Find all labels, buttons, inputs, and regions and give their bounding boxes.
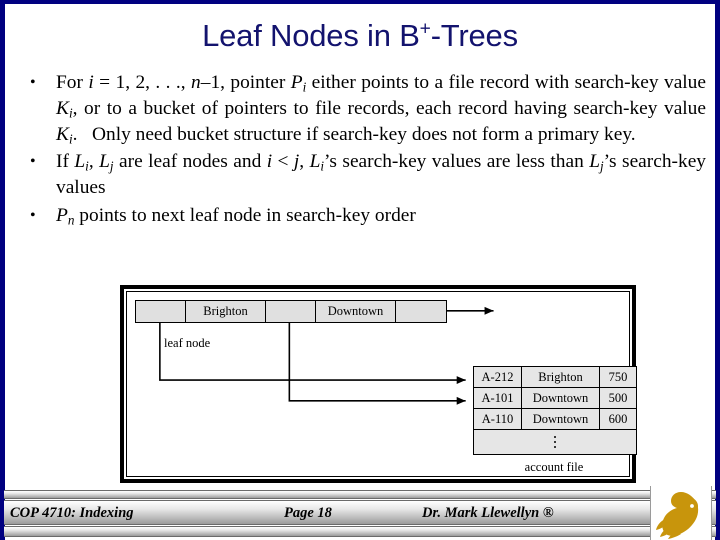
- bullet-text-segment: If: [56, 151, 75, 173]
- table-row: A-101 Downtown 500: [474, 388, 636, 409]
- table-cell: 600: [608, 411, 628, 426]
- bullet-list: • For i = 1, 2, . . ., n–1, pointer Pi ei…: [12, 70, 706, 231]
- table-row: A-212 Brighton 750: [474, 367, 636, 388]
- bullet-text-segment: . Only need bucket structure if search-k…: [72, 123, 636, 145]
- leaf-node-key-cell: Downtown: [316, 301, 396, 322]
- bullet-text-segment: L: [309, 151, 321, 173]
- bullet-item: • Pn points to next leaf node in search-k…: [12, 203, 706, 229]
- pegasus-icon: [656, 492, 699, 539]
- account-file-caption: account file: [524, 460, 584, 474]
- bullet-marker: •: [30, 206, 36, 224]
- table-continuation-row: [474, 430, 636, 454]
- slide-right-border: [715, 0, 720, 540]
- slide: Leaf Nodes in B+-Trees • For i = 1, 2, . …: [0, 0, 720, 540]
- slide-left-border: [0, 0, 5, 540]
- leaf-node-pointer-cell: [396, 301, 446, 322]
- table-cell: A-212: [474, 367, 522, 387]
- bullet-text-segment: P: [56, 204, 68, 226]
- bullet-item: • For i = 1, 2, . . ., n–1, pointer Pi ei…: [12, 70, 706, 147]
- bullet-text-segment: P: [290, 72, 303, 93]
- bullet-marker: •: [30, 74, 36, 91]
- slide-top-border: [0, 0, 720, 4]
- bullet-text-segment: are leaf nodes and: [113, 151, 267, 173]
- account-file-table: A-212 Brighton 750 A-101 Downtown 500 A-110 Dow…: [473, 366, 637, 455]
- bullet-item: • If Li, Lj are leaf nodes and i < j, Li’…: [12, 149, 706, 201]
- bullet-text-segment: K: [56, 123, 69, 145]
- bullet-text-segment: L: [74, 151, 86, 173]
- page-title-main: Leaf Nodes in B: [202, 18, 420, 53]
- footer-author-label: Dr. Mark Llewellyn ®: [422, 505, 554, 521]
- leaf-node-pointer-cell: [136, 301, 186, 322]
- leaf-node-row: Brighton Downtown: [135, 300, 447, 323]
- bullet-text-segment: –1, pointer: [200, 72, 291, 93]
- page-title-tail: -Trees: [430, 18, 518, 53]
- leaf-node-pointer-cell: [266, 301, 316, 322]
- table-cell: A-110: [474, 409, 522, 429]
- footer-bar-top: [4, 490, 716, 499]
- bullet-text-segment: L: [99, 151, 110, 173]
- slide-footer: COP 4710: Indexing Page 18 Dr. Mark Llew…: [0, 486, 720, 540]
- bullet-text-segment: ’s search-key values are less than: [324, 151, 590, 173]
- bullet-text-segment: ,: [299, 151, 310, 173]
- bullet-text-segment: <: [272, 151, 294, 173]
- table-cell: Downtown: [522, 388, 600, 408]
- table-cell: 750: [608, 369, 628, 384]
- vertical-ellipsis-icon: [554, 434, 556, 450]
- figure-inner-frame: Brighton Downtown leaf node A-212 Brighton…: [126, 291, 637, 477]
- bullet-text-segment: ,: [88, 151, 100, 173]
- bullet-text-segment: n: [191, 72, 201, 93]
- ucf-pegasus-logo: [650, 486, 712, 540]
- footer-page-number: Page 18: [284, 505, 332, 521]
- bullet-text-segment: either points to a file record with sear…: [306, 72, 706, 93]
- table-row: A-110 Downtown 600: [474, 409, 636, 430]
- bullet-text-segment: points to next leaf node in search-key o…: [74, 204, 416, 226]
- bullet-text-segment: For: [56, 72, 89, 93]
- page-title: Leaf Nodes in B+-Trees: [0, 18, 720, 54]
- table-cell: A-101: [474, 388, 522, 408]
- page-title-superscript: +: [419, 18, 431, 40]
- bullet-text-segment: L: [589, 151, 600, 173]
- bullet-text-segment: = 1, 2, . . .,: [93, 72, 192, 93]
- bullet-text-segment: K: [56, 97, 69, 119]
- footer-bar-bottom: [4, 526, 716, 537]
- btree-leaf-figure: Brighton Downtown leaf node A-212 Brighton…: [120, 285, 637, 483]
- leaf-node-key-cell: Brighton: [186, 301, 266, 322]
- table-cell: Downtown: [522, 409, 600, 429]
- footer-course-label: COP 4710: Indexing: [10, 505, 134, 521]
- bullet-text-segment: , or to a bucket of pointers to file rec…: [72, 97, 706, 119]
- table-cell: Brighton: [522, 367, 600, 387]
- bullet-marker: •: [30, 153, 36, 171]
- table-cell: 500: [608, 390, 628, 405]
- leaf-node-label: leaf node: [164, 336, 211, 350]
